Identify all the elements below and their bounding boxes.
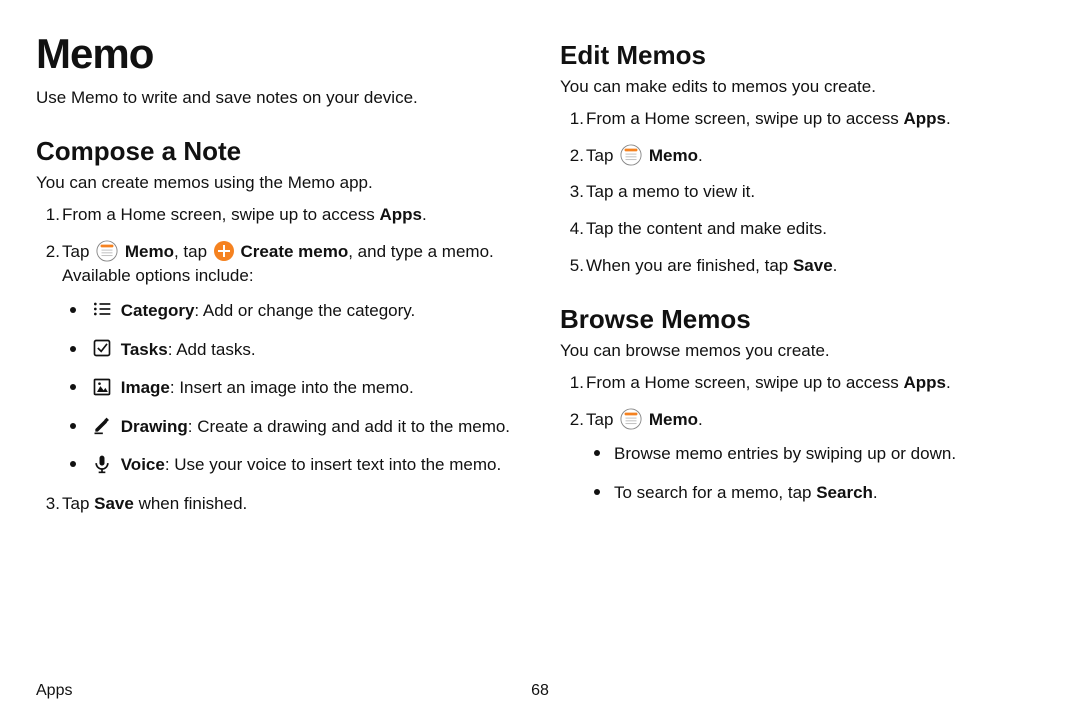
option-category: Category: Add or change the category. [90, 299, 520, 324]
page-footer: Apps 68 [36, 670, 1044, 700]
compose-steps: From a Home screen, swipe up to access A… [36, 203, 520, 517]
option-desc: : Create a drawing and add it to the mem… [188, 417, 510, 436]
image-icon [92, 377, 114, 399]
memo-icon [620, 144, 642, 166]
edit-step-3: Tap a memo to view it. [586, 180, 1044, 205]
option-label: Category [121, 301, 195, 320]
compose-step-3: Tap Save when finished. [62, 492, 520, 517]
text: Tap [586, 146, 618, 165]
browse-step-2: Tap Memo. Browse memo entries by swiping… [586, 408, 1044, 506]
option-image: Image: Insert an image into the memo. [90, 376, 520, 401]
option-tasks: Tasks: Add tasks. [90, 338, 520, 363]
text: . [698, 146, 703, 165]
right-column: Edit Memos You can make edits to memos y… [560, 30, 1044, 670]
category-icon [92, 299, 114, 321]
text: . [422, 205, 427, 224]
footer-section: Apps [36, 682, 72, 700]
browse-subtext: You can browse memos you create. [560, 341, 1044, 361]
intro-text: Use Memo to write and save notes on your… [36, 88, 520, 108]
option-label: Voice [121, 455, 165, 474]
text: , tap [174, 242, 212, 261]
text: When you are finished, tap [586, 256, 793, 275]
memo-bold: Memo [644, 146, 698, 165]
browse-bullet-2: To search for a memo, tap Search. [614, 481, 1044, 506]
plus-icon [214, 241, 234, 261]
text: . [698, 410, 703, 429]
apps-bold: Apps [379, 205, 422, 224]
compose-options: Category: Add or change the category. Ta… [62, 299, 520, 478]
option-desc: : Add or change the category. [194, 301, 415, 320]
text: . [946, 109, 951, 128]
edit-heading: Edit Memos [560, 40, 1044, 71]
voice-icon [92, 454, 114, 476]
page-title: Memo [36, 30, 520, 78]
apps-bold: Apps [903, 109, 946, 128]
text: From a Home screen, swipe up to access [586, 373, 903, 392]
edit-subtext: You can make edits to memos you create. [560, 77, 1044, 97]
compose-step-2: Tap Memo, tap Create memo, and type a me… [62, 240, 520, 478]
edit-step-2: Tap Memo. [586, 144, 1044, 169]
browse-steps: From a Home screen, swipe up to access A… [560, 371, 1044, 506]
tasks-icon [92, 338, 114, 360]
option-drawing: Drawing: Create a drawing and add it to … [90, 415, 520, 440]
document-page: Memo Use Memo to write and save notes on… [0, 0, 1080, 720]
text: . [873, 483, 878, 502]
text: Tap [62, 494, 94, 513]
footer-page-number: 68 [531, 682, 549, 700]
memo-icon [96, 240, 118, 262]
text: From a Home screen, swipe up to access [62, 205, 379, 224]
memo-bold: Memo [120, 242, 174, 261]
edit-steps: From a Home screen, swipe up to access A… [560, 107, 1044, 278]
left-column: Memo Use Memo to write and save notes on… [36, 30, 520, 670]
text: . [833, 256, 838, 275]
browse-heading: Browse Memos [560, 304, 1044, 335]
edit-step-5: When you are finished, tap Save. [586, 254, 1044, 279]
text: To search for a memo, tap [614, 483, 816, 502]
option-voice: Voice: Use your voice to insert text int… [90, 453, 520, 478]
option-desc: : Insert an image into the memo. [170, 378, 414, 397]
search-bold: Search [816, 483, 873, 502]
edit-step-4: Tap the content and make edits. [586, 217, 1044, 242]
text: Tap [586, 410, 618, 429]
save-bold: Save [793, 256, 833, 275]
compose-subtext: You can create memos using the Memo app. [36, 173, 520, 193]
option-label: Image [121, 378, 170, 397]
text: when finished. [134, 494, 247, 513]
drawing-icon [92, 415, 114, 437]
option-label: Drawing [121, 417, 188, 436]
create-memo-bold: Create memo [236, 242, 348, 261]
compose-heading: Compose a Note [36, 136, 520, 167]
option-desc: : Use your voice to insert text into the… [165, 455, 501, 474]
option-label: Tasks [121, 340, 168, 359]
text: From a Home screen, swipe up to access [586, 109, 903, 128]
two-column-layout: Memo Use Memo to write and save notes on… [36, 30, 1044, 670]
memo-icon [620, 408, 642, 430]
browse-bullet-1: Browse memo entries by swiping up or dow… [614, 442, 1044, 467]
browse-sub-bullets: Browse memo entries by swiping up or dow… [586, 442, 1044, 505]
save-bold: Save [94, 494, 134, 513]
memo-bold: Memo [644, 410, 698, 429]
text: Tap [62, 242, 94, 261]
browse-step-1: From a Home screen, swipe up to access A… [586, 371, 1044, 396]
text: . [946, 373, 951, 392]
compose-step-1: From a Home screen, swipe up to access A… [62, 203, 520, 228]
edit-step-1: From a Home screen, swipe up to access A… [586, 107, 1044, 132]
option-desc: : Add tasks. [168, 340, 256, 359]
apps-bold: Apps [903, 373, 946, 392]
